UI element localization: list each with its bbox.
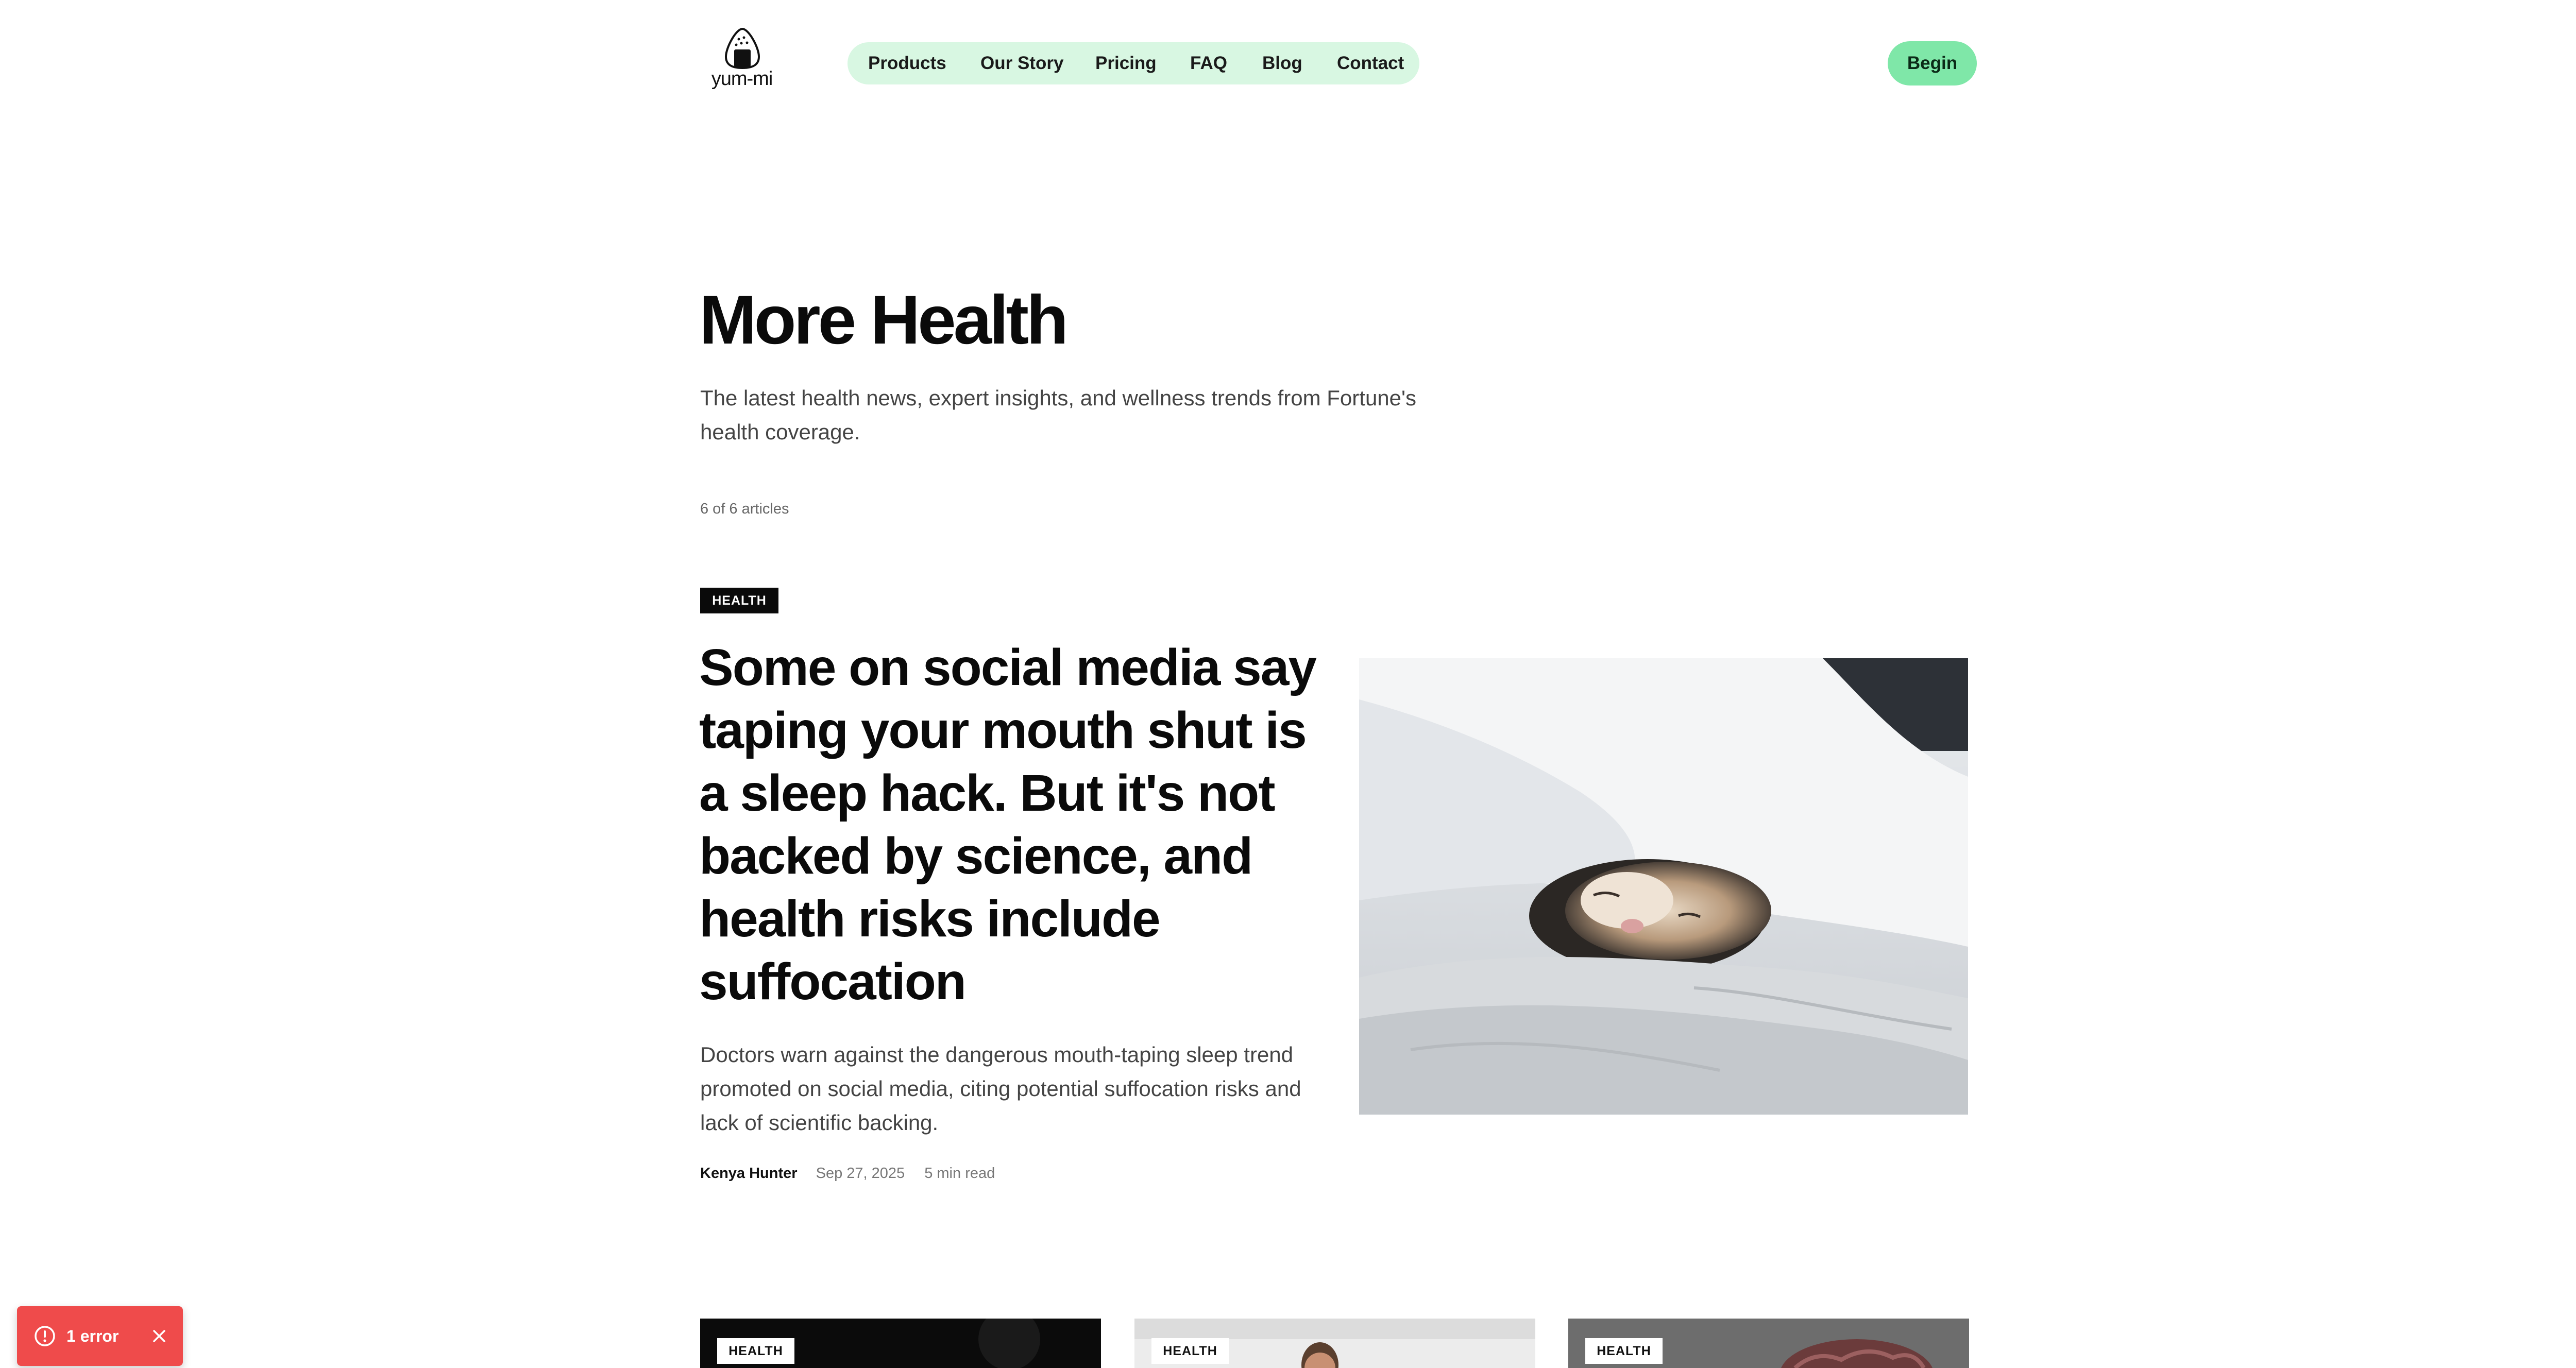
- featured-article-title[interactable]: Some on social media say taping your mou…: [699, 636, 1323, 1013]
- featured-category-tag[interactable]: HEALTH: [700, 588, 778, 613]
- nav-faq[interactable]: FAQ: [1190, 42, 1227, 84]
- alert-circle-icon: [35, 1326, 55, 1346]
- article-date: Sep 27, 2025: [816, 1165, 905, 1182]
- begin-button[interactable]: Begin: [1888, 41, 1977, 86]
- close-icon[interactable]: [149, 1326, 170, 1346]
- nav-blog[interactable]: Blog: [1262, 42, 1302, 84]
- brand-name: yum-mi: [711, 68, 773, 90]
- card-category-tag[interactable]: HEALTH: [1151, 1338, 1229, 1364]
- page-title: More Health: [699, 282, 1069, 358]
- article-card[interactable]: HEALTH: [700, 1319, 1101, 1368]
- card-category-tag[interactable]: HEALTH: [717, 1338, 794, 1364]
- error-toast[interactable]: 1 error: [17, 1306, 183, 1366]
- error-count: 1 error: [66, 1327, 119, 1345]
- featured-article-meta: Kenya Hunter Sep 27, 2025 5 min read: [700, 1165, 995, 1182]
- featured-article-image[interactable]: [1359, 658, 1968, 1115]
- card-category-tag[interactable]: HEALTH: [1585, 1338, 1663, 1364]
- article-count: 6 of 6 articles: [700, 501, 789, 517]
- nav-contact[interactable]: Contact: [1337, 42, 1404, 84]
- article-author[interactable]: Kenya Hunter: [700, 1165, 798, 1182]
- article-card[interactable]: HEALTH: [1134, 1319, 1535, 1368]
- page-description: The latest health news, expert insights,…: [700, 386, 1417, 444]
- nav-our-story[interactable]: Our Story: [980, 42, 1063, 84]
- nav-pricing[interactable]: Pricing: [1095, 42, 1157, 84]
- main-nav: Products Our Story Pricing FAQ Blog Cont…: [848, 42, 1419, 84]
- article-read-time: 5 min read: [924, 1165, 995, 1182]
- article-card[interactable]: HEALTH: [1568, 1319, 1969, 1368]
- featured-article-description: Doctors warn against the dangerous mouth…: [700, 1042, 1301, 1135]
- sleeping-cat-photo-icon: [1359, 658, 1968, 1115]
- nav-products[interactable]: Products: [868, 42, 946, 84]
- brand-logo[interactable]: yum-mi: [703, 27, 781, 94]
- onigiri-logo-icon: [724, 27, 760, 70]
